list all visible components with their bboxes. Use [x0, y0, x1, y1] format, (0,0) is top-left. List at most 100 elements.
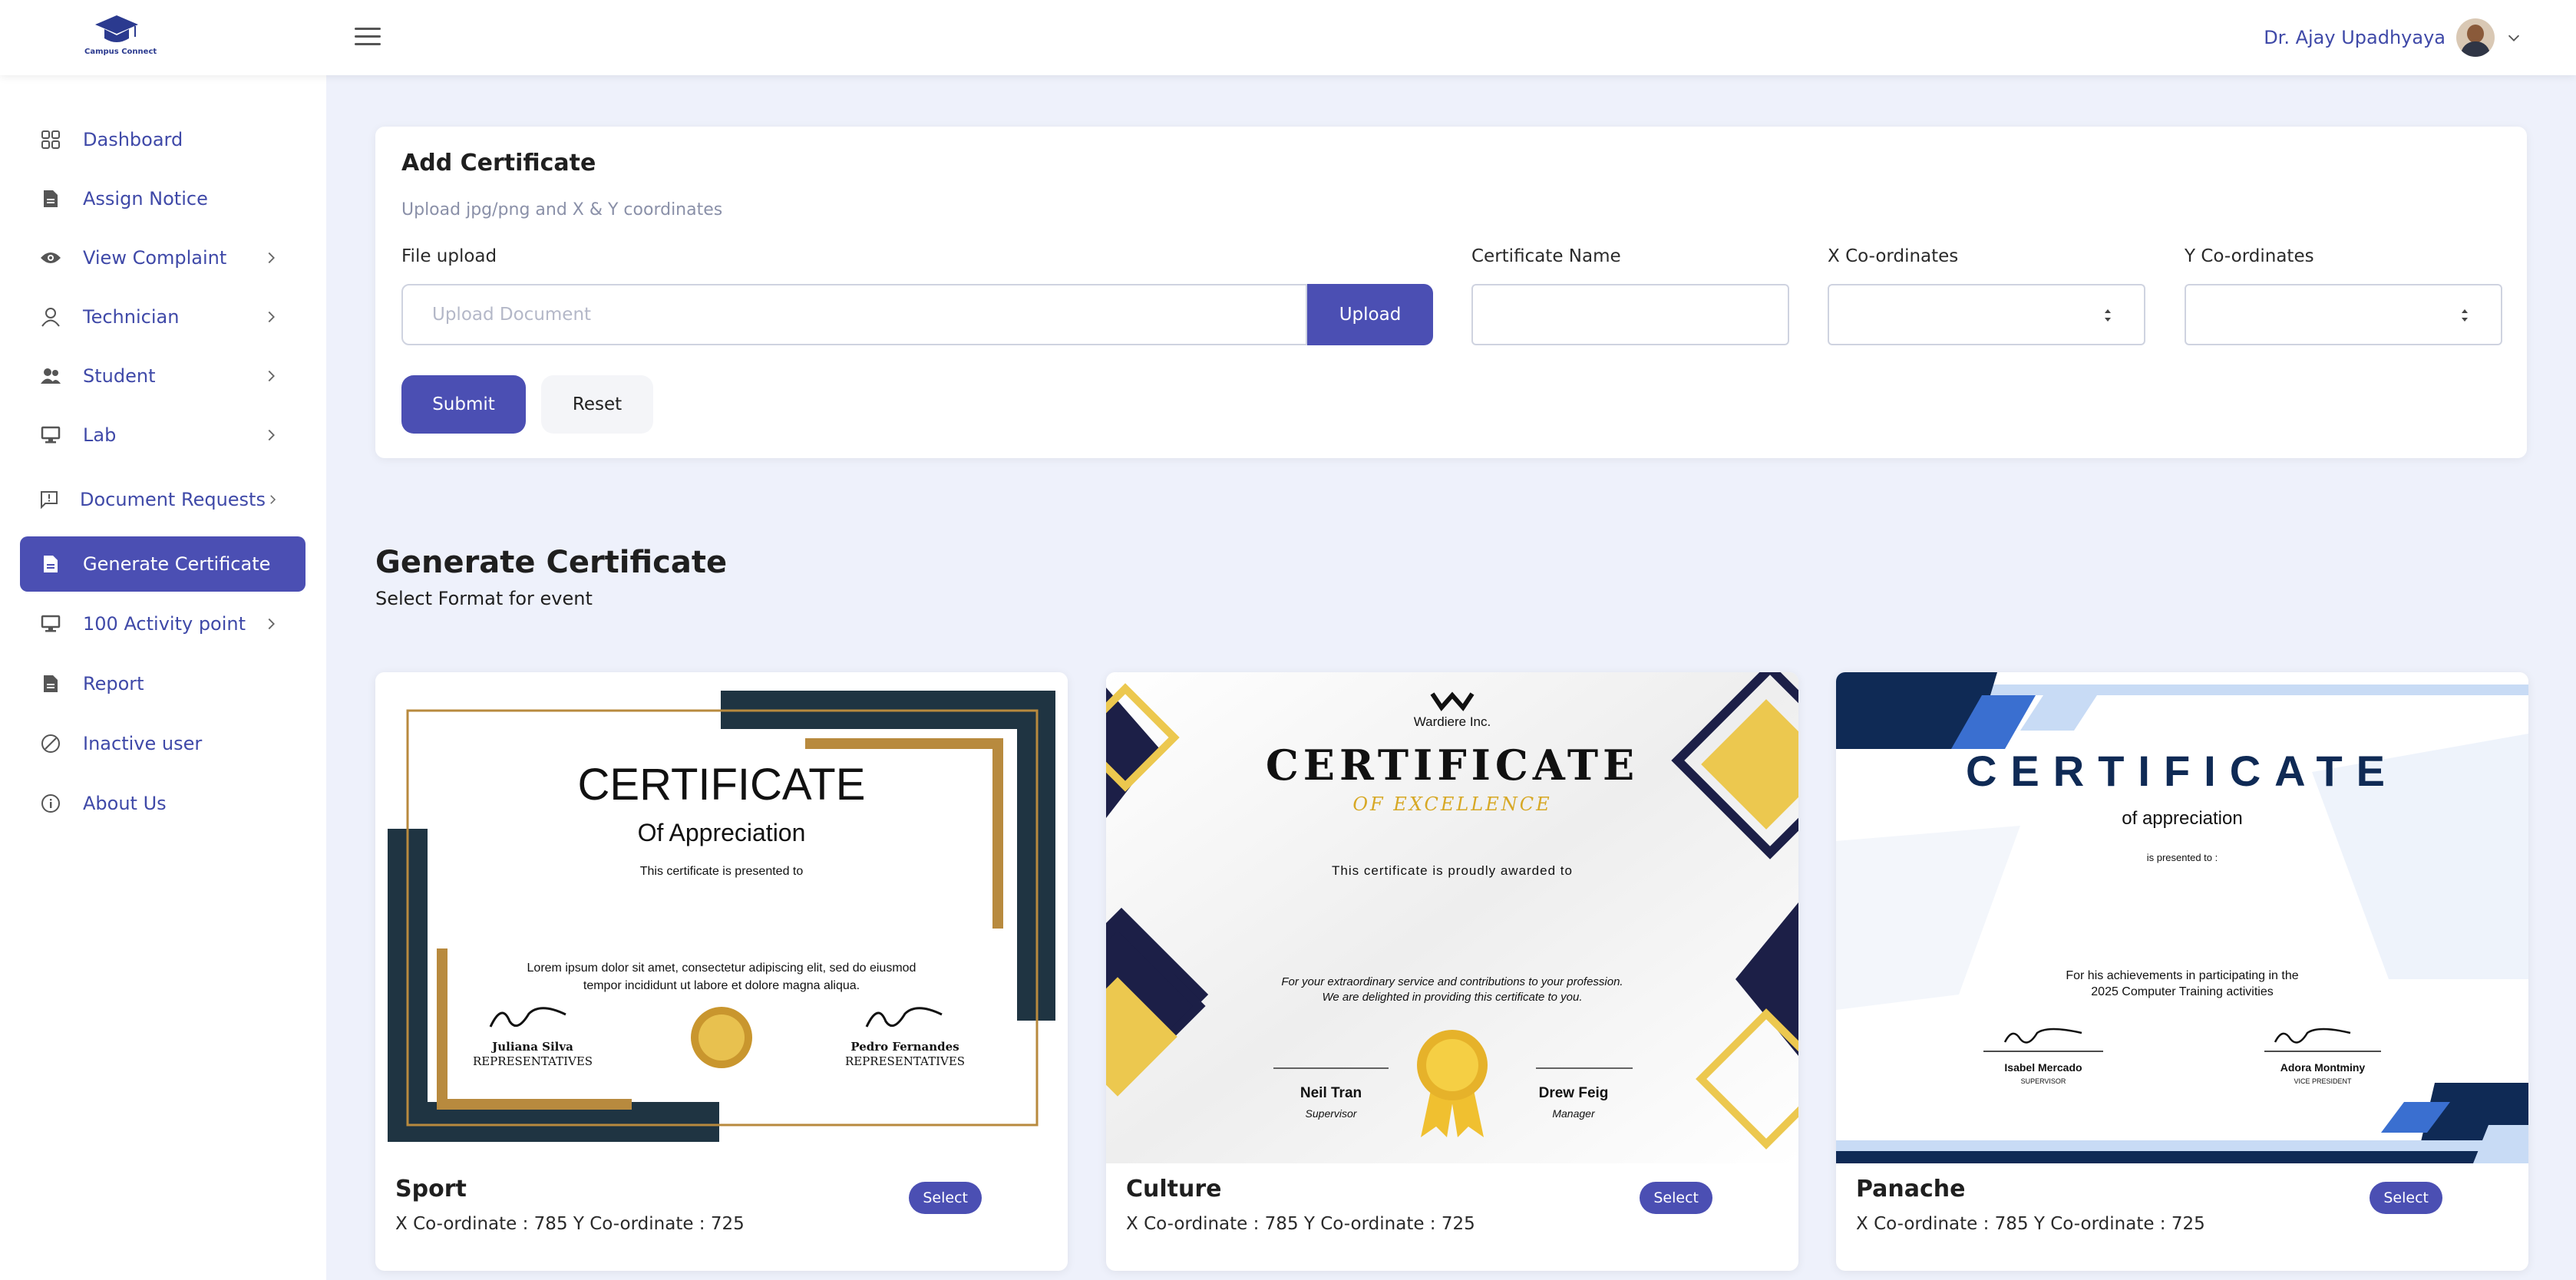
- add-certificate-card: Add Certificate Upload jpg/png and X & Y…: [375, 127, 2527, 458]
- avatar: [2456, 18, 2495, 57]
- logo-text: Campus Connect: [84, 48, 157, 56]
- file-upload-label: File upload: [401, 246, 497, 266]
- grid-icon: [40, 129, 61, 150]
- sidebar-item-report[interactable]: Report: [20, 656, 305, 711]
- number-stepper-icon[interactable]: [2102, 305, 2113, 325]
- sidebar-item-assign-notice[interactable]: Assign Notice: [20, 171, 305, 226]
- number-stepper-icon[interactable]: [2459, 305, 2470, 325]
- y-coordinates-input[interactable]: [2185, 284, 2502, 345]
- y-coordinates-label: Y Co-ordinates: [2185, 246, 2314, 266]
- cert-presented-text: is presented to :: [2147, 852, 2218, 863]
- signature-role-2: VICE PRESIDENT: [2294, 1077, 2352, 1085]
- signature-role-1: Supervisor: [1306, 1107, 1358, 1120]
- submit-button[interactable]: Submit: [401, 375, 526, 434]
- section-title: Generate Certificate: [375, 545, 728, 580]
- section-subtitle: Select Format for event: [375, 588, 593, 609]
- sidebar-item-label: Lab: [83, 424, 117, 446]
- sidebar-item-student[interactable]: Student: [20, 348, 305, 404]
- sidebar-item-label: 100 Activity point: [83, 613, 246, 635]
- campus-connect-logo[interactable]: Campus Connect: [84, 12, 157, 63]
- sidebar-item-technician[interactable]: Technician: [20, 289, 305, 345]
- signature-role-2: REPRESENTATIVES: [845, 1054, 965, 1068]
- select-button[interactable]: Select: [1640, 1182, 1712, 1214]
- sidebar: Dashboard Assign Notice View Complaint T…: [0, 75, 326, 1280]
- sidebar-item-label: Document Requests: [80, 489, 266, 510]
- certificate-name-input[interactable]: [1471, 284, 1789, 345]
- template-card-panache[interactable]: CERTIFICATE of appreciation is presented…: [1836, 672, 2528, 1271]
- chevron-right-icon: [268, 429, 275, 441]
- template-coordinates: X Co-ordinate : 785 Y Co-ordinate : 725: [1126, 1214, 1475, 1234]
- card-title: Add Certificate: [401, 150, 596, 176]
- cert-subtitle-text: Of Appreciation: [638, 819, 806, 846]
- card-subtitle: Upload jpg/png and X & Y coordinates: [401, 200, 723, 219]
- cert-body-line-2: tempor incididunt ut labore et dolore ma…: [583, 979, 860, 992]
- user-menu[interactable]: Dr. Ajay Upadhyaya: [2264, 17, 2522, 58]
- template-name: Panache: [1856, 1176, 1966, 1202]
- document-icon: [40, 188, 61, 209]
- cert-body-line-1: For his achievements in participating in…: [2066, 969, 2298, 982]
- sidebar-item-view-complaint[interactable]: View Complaint: [20, 230, 305, 285]
- top-header: Campus Connect Dr. Ajay Upadhyaya: [0, 0, 2576, 75]
- chevron-down-icon: [2508, 35, 2520, 41]
- cert-body-line-1: Lorem ipsum dolor sit amet, consectetur …: [527, 962, 916, 975]
- select-button[interactable]: Select: [2370, 1182, 2442, 1214]
- signature-name-1: Isabel Mercado: [2004, 1061, 2082, 1074]
- signature-role-1: SUPERVISOR: [2021, 1077, 2066, 1085]
- sidebar-item-label: Dashboard: [83, 129, 183, 150]
- signature-role-1: REPRESENTATIVES: [473, 1054, 593, 1068]
- sidebar-item-generate-certificate[interactable]: Generate Certificate: [20, 536, 305, 592]
- sidebar-item-100-activity-point[interactable]: 100 Activity point: [20, 596, 305, 652]
- reset-button[interactable]: Reset: [541, 375, 653, 434]
- sidebar-item-label: View Complaint: [83, 247, 227, 269]
- chevron-right-icon: [268, 370, 275, 382]
- cert-title-text: CERTIFICATE: [578, 760, 866, 810]
- menu-toggle-icon[interactable]: [355, 28, 381, 48]
- template-card-culture[interactable]: Wardiere Inc. CERTIFICATE OF EXCELLENCE …: [1106, 672, 1798, 1271]
- signature-name-2: Adora Montminy: [2280, 1061, 2366, 1074]
- sidebar-item-dashboard[interactable]: Dashboard: [20, 112, 305, 167]
- user-name: Dr. Ajay Upadhyaya: [2264, 27, 2446, 48]
- signature-name-1: Juliana Silva: [490, 1040, 573, 1054]
- monitor-icon: [40, 424, 61, 446]
- sidebar-item-label: Report: [83, 673, 144, 694]
- sidebar-item-inactive-user[interactable]: Inactive user: [20, 716, 305, 771]
- chevron-right-icon: [268, 311, 275, 323]
- sidebar-item-about-us[interactable]: About Us: [20, 776, 305, 831]
- template-name: Culture: [1126, 1176, 1222, 1202]
- monitor-icon: [40, 613, 61, 635]
- x-coordinates-input[interactable]: [1828, 284, 2145, 345]
- select-button[interactable]: Select: [909, 1182, 982, 1214]
- eye-icon: [40, 247, 61, 269]
- chat-alert-icon: [40, 489, 58, 510]
- sidebar-item-label: About Us: [83, 793, 167, 814]
- certificate-preview-culture: Wardiere Inc. CERTIFICATE OF EXCELLENCE …: [1106, 672, 1798, 1163]
- chevron-right-icon: [268, 618, 275, 630]
- certificate-name-label: Certificate Name: [1471, 246, 1621, 266]
- sidebar-item-label: Generate Certificate: [83, 553, 271, 575]
- cert-title-text: CERTIFICATE: [1966, 747, 2399, 795]
- cert-title-text: CERTIFICATE: [1266, 741, 1639, 790]
- file-upload-input[interactable]: Upload Document: [401, 284, 1307, 345]
- upload-button[interactable]: Upload: [1307, 284, 1433, 345]
- cert-body-line-1: For your extraordinary service and contr…: [1281, 975, 1623, 988]
- certificate-preview-panache: CERTIFICATE of appreciation is presented…: [1836, 672, 2528, 1163]
- template-coordinates: X Co-ordinate : 785 Y Co-ordinate : 725: [395, 1214, 745, 1234]
- sidebar-item-label: Technician: [83, 306, 180, 328]
- template-card-sport[interactable]: CERTIFICATE Of Appreciation This certifi…: [375, 672, 1068, 1271]
- chevron-right-icon: [268, 252, 275, 264]
- cert-presented-text: This certificate is proudly awarded to: [1332, 863, 1573, 878]
- sidebar-item-document-requests[interactable]: Document Requests: [20, 472, 305, 527]
- sidebar-item-label: Inactive user: [83, 733, 203, 754]
- chevron-right-icon: [270, 495, 276, 504]
- template-name: Sport: [395, 1176, 467, 1202]
- users-icon: [40, 365, 61, 387]
- template-coordinates: X Co-ordinate : 785 Y Co-ordinate : 725: [1856, 1214, 2205, 1234]
- sidebar-item-label: Student: [83, 365, 156, 387]
- info-icon: [40, 793, 61, 814]
- cert-subtitle-text: OF EXCELLENCE: [1352, 793, 1551, 815]
- document-icon: [40, 553, 61, 575]
- cert-subtitle-text: of appreciation: [2122, 808, 2242, 829]
- cert-body-line-2: 2025 Computer Training activities: [2091, 985, 2273, 998]
- graduation-cap-icon: [95, 15, 138, 42]
- sidebar-item-lab[interactable]: Lab: [20, 407, 305, 463]
